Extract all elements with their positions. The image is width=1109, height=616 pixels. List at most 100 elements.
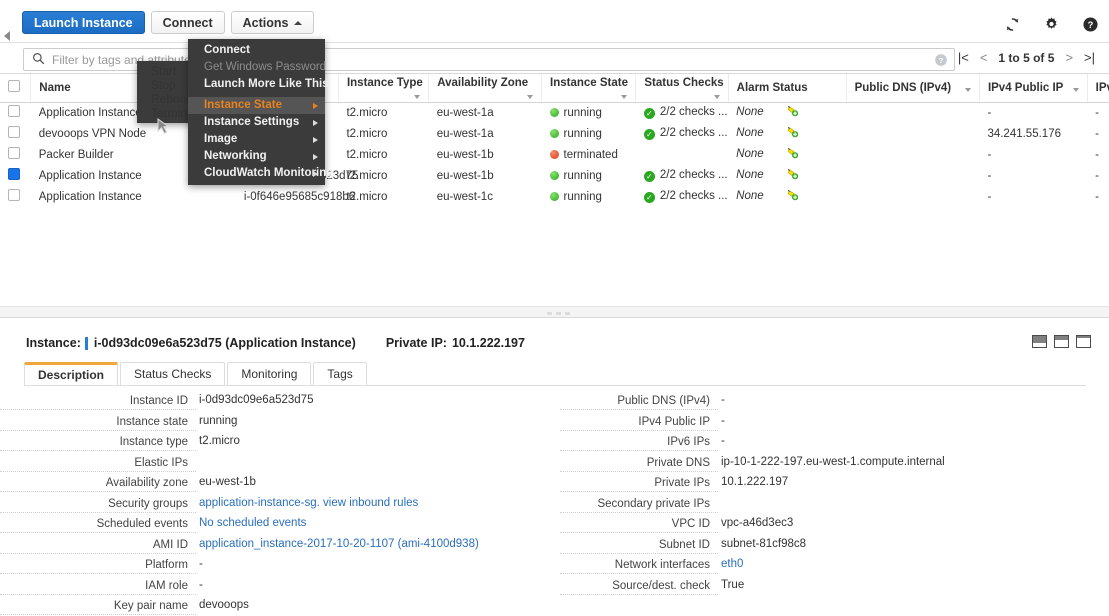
cell-instance-state: running: [542, 123, 636, 144]
menu-item-networking[interactable]: Networking: [188, 148, 325, 165]
chevron-down-icon[interactable]: [527, 94, 534, 99]
alarm-bell-icon[interactable]: [786, 125, 800, 142]
launch-instance-button[interactable]: Launch Instance: [22, 11, 145, 34]
row-checkbox[interactable]: [8, 126, 20, 138]
detail-header-label: Instance:: [26, 336, 81, 350]
column-label: Instance State: [550, 76, 628, 89]
column-header-public-dns[interactable]: Public DNS (IPv4): [846, 74, 980, 103]
detail-field-label: IPv4 Public IP: [560, 415, 718, 431]
gear-icon[interactable]: [1043, 16, 1060, 33]
detail-field-value[interactable]: No scheduled events: [196, 517, 306, 529]
column-header-ipv6-ip[interactable]: IPv6 IP: [1087, 74, 1109, 103]
cell-ipv4-public-ip: -: [987, 148, 992, 161]
cell-availability-zone: eu-west-1a: [436, 106, 494, 119]
chevron-down-icon[interactable]: [621, 94, 628, 99]
chevron-down-icon[interactable]: [414, 94, 421, 99]
table-row[interactable]: Packer Builder t2.micro eu-west-1b terminat…: [0, 144, 1109, 165]
column-header-instance-type[interactable]: Instance Type: [338, 74, 430, 103]
layout-full-icon[interactable]: [1076, 335, 1091, 348]
status-check-ok-icon: ✓: [643, 192, 655, 203]
row-select-cell[interactable]: [0, 102, 31, 123]
state-indicator-icon: [549, 191, 559, 201]
detail-field-value[interactable]: application-instance-sg. view inbound ru…: [196, 497, 418, 509]
pagination-last[interactable]: >|: [1084, 50, 1095, 65]
row-select-cell[interactable]: [0, 144, 31, 165]
detail-right-column: Public DNS (IPv4) - IPv4 Public IP - IPv6 IP…: [560, 394, 1109, 616]
row-select-cell[interactable]: [0, 123, 31, 144]
instance-detail-panel: Instance: i-0d93dc09e6a523d75 (Applicati…: [0, 318, 1109, 616]
column-header-ipv4-public-ip[interactable]: IPv4 Public IP: [979, 74, 1088, 103]
menu-item-label: Connect: [204, 44, 250, 56]
column-header-availability-zone[interactable]: Availability Zone: [428, 74, 543, 103]
submenu-item-label: Stop: [151, 78, 176, 92]
tab-label: Tags: [327, 367, 353, 381]
state-indicator-icon: [549, 107, 559, 117]
splitter-grip-icon[interactable]: [547, 312, 570, 315]
detail-field-value[interactable]: application_instance-2017-10-20-1107 (am…: [196, 538, 479, 550]
refresh-icon[interactable]: [1004, 16, 1021, 33]
menu-item-launch-more-like-this[interactable]: Launch More Like This: [188, 76, 329, 93]
detail-field-value: vpc-a46d3ec3: [721, 517, 794, 529]
actions-button[interactable]: Actions: [230, 11, 315, 34]
chevron-down-icon[interactable]: [713, 94, 720, 99]
cell-alarm-status: None: [728, 186, 846, 207]
submenu-item-label: Reboot: [151, 92, 190, 106]
row-checkbox[interactable]: [8, 168, 20, 180]
layout-side-split-icon[interactable]: [1054, 335, 1069, 348]
menu-item-image[interactable]: Image: [188, 131, 325, 148]
actions-dropdown-menu[interactable]: Connect Get Windows Password Launch More L…: [188, 39, 333, 185]
pagination-next[interactable]: >: [1065, 50, 1073, 65]
alarm-bell-icon[interactable]: [786, 104, 800, 121]
menu-item-cloudwatch-monitoring[interactable]: CloudWatch Monitoring: [188, 165, 333, 182]
search-help-icon[interactable]: ?: [934, 53, 948, 70]
row-select-cell[interactable]: [0, 186, 31, 207]
detail-field-row: Key pair name devooops: [0, 599, 560, 616]
help-icon[interactable]: ?: [1082, 16, 1099, 33]
alarm-bell-icon[interactable]: [786, 167, 800, 184]
select-all-header[interactable]: [0, 74, 32, 103]
column-header-instance-state[interactable]: Instance State: [541, 74, 637, 103]
table-row[interactable]: Application Instancei-0d93dc09e6a523d75t…: [0, 165, 1109, 186]
detail-field-row: Subnet ID subnet-81cf98c8: [560, 538, 1109, 559]
collapse-nav-icon[interactable]: [4, 31, 10, 41]
action-button-group: Launch Instance Connect Actions: [22, 11, 315, 34]
tab-tags[interactable]: Tags: [313, 362, 367, 385]
pagination-prev[interactable]: <: [980, 50, 988, 65]
menu-item-instance-settings[interactable]: Instance Settings: [188, 114, 325, 131]
row-checkbox[interactable]: [8, 105, 20, 118]
row-select-cell[interactable]: [0, 165, 31, 186]
chevron-down-icon[interactable]: [1072, 87, 1079, 92]
menu-item-connect[interactable]: Connect: [188, 42, 325, 59]
alarm-bell-icon[interactable]: [786, 146, 800, 163]
detail-private-ip-label: Private IP:: [385, 336, 447, 350]
alarm-bell-icon[interactable]: [786, 188, 800, 205]
row-checkbox[interactable]: [8, 189, 20, 201]
pagination-first[interactable]: |<: [958, 50, 969, 65]
table-row[interactable]: Application Instance i-0f646e95685c918b6 t…: [0, 186, 1109, 207]
tab-description[interactable]: Description: [24, 362, 119, 385]
detail-header: Instance: i-0d93dc09e6a523d75 (Applicati…: [26, 336, 525, 350]
column-header-alarm-status[interactable]: Alarm Status: [728, 74, 847, 103]
detail-field-value: 10.1.222.197: [721, 476, 789, 488]
mouse-cursor-icon: [157, 118, 171, 139]
connect-button[interactable]: Connect: [150, 11, 225, 34]
detail-field-value[interactable]: eth0: [718, 558, 743, 570]
column-header-status-checks[interactable]: Status Checks: [635, 74, 729, 103]
detail-field-value: -: [199, 558, 203, 570]
menu-item-instance-state[interactable]: Instance State: [188, 97, 325, 114]
row-checkbox[interactable]: [8, 147, 20, 159]
layout-bottom-split-icon[interactable]: [1032, 335, 1047, 348]
tab-status-checks[interactable]: Status Checks: [120, 362, 226, 385]
detail-field-value: True: [721, 578, 745, 591]
detail-field-label: Scheduled events: [0, 517, 196, 533]
panel-splitter[interactable]: [0, 306, 1109, 318]
detail-field-row: Scheduled events No scheduled events: [0, 517, 560, 538]
detail-field-label: Security groups: [0, 497, 196, 513]
state-indicator-icon: [549, 128, 559, 138]
svg-text:?: ?: [939, 56, 944, 65]
cell-name: Application Instance: [38, 190, 142, 203]
tab-monitoring[interactable]: Monitoring: [227, 362, 312, 385]
select-all-checkbox[interactable]: [8, 80, 20, 93]
status-check-ok-icon: ✓: [643, 108, 655, 120]
chevron-down-icon[interactable]: [964, 87, 971, 92]
